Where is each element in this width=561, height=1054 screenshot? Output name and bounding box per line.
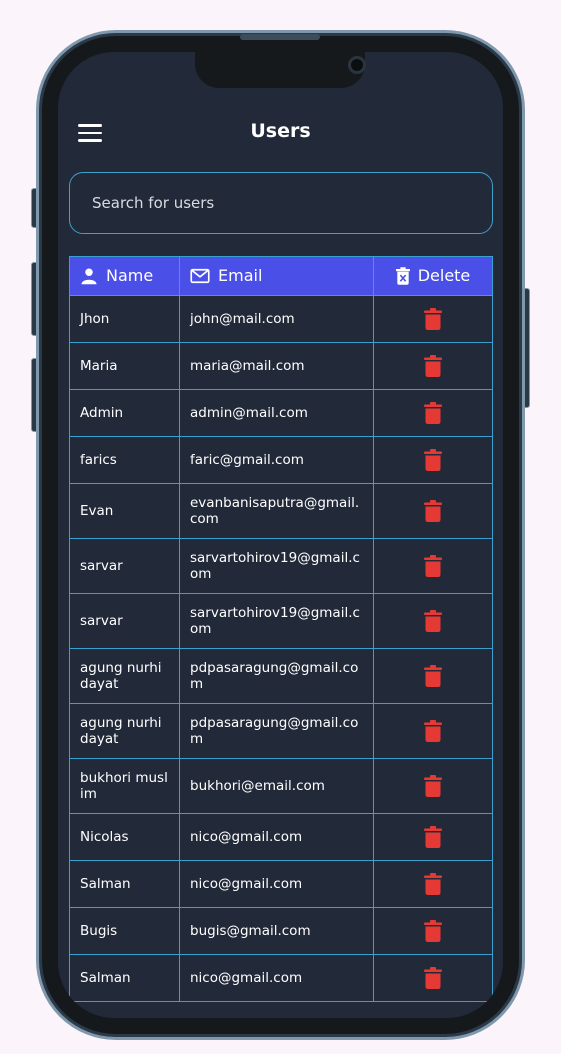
user-email: admin@mail.com [179, 390, 373, 436]
user-name: farics [69, 437, 179, 483]
delete-cell [373, 704, 493, 758]
user-name: Evan [69, 484, 179, 538]
table-row: bukhori muslim bukhori@email.com [69, 759, 493, 814]
trash-icon[interactable] [424, 775, 442, 797]
user-email: pdpasaragung@gmail.com [179, 704, 373, 758]
delete-cell [373, 343, 493, 389]
delete-cell [373, 390, 493, 436]
user-email: sarvartohirov19@gmail.com [179, 539, 373, 593]
trash-icon[interactable] [424, 665, 442, 687]
user-email: nico@gmail.com [179, 814, 373, 860]
table-row: agung nurhidayat pdpasaragung@gmail.com [69, 649, 493, 704]
notch [195, 52, 366, 88]
table-row: Maria maria@mail.com [69, 343, 493, 390]
screen: Users Name Email [58, 52, 503, 1018]
camera [348, 56, 366, 74]
delete-icon [395, 267, 410, 285]
table-row: Jhon john@mail.com [69, 296, 493, 343]
user-email: faric@gmail.com [179, 437, 373, 483]
search-input[interactable] [69, 172, 493, 234]
delete-cell [373, 437, 493, 483]
person-icon [81, 268, 97, 285]
user-email: pdpasaragung@gmail.com [179, 649, 373, 703]
trash-icon[interactable] [424, 967, 442, 989]
table-row: Admin admin@mail.com [69, 390, 493, 437]
column-label: Delete [417, 266, 471, 285]
delete-cell [373, 296, 493, 342]
delete-cell [373, 759, 493, 813]
table-row: Salman nico@gmail.com [69, 955, 493, 1002]
delete-cell [373, 908, 493, 954]
user-name: agung nurhidayat [69, 704, 179, 758]
user-email: maria@mail.com [179, 343, 373, 389]
column-header-name: Name [69, 257, 179, 295]
user-email: evanbanisaputra@gmail.com [179, 484, 373, 538]
user-email: sarvartohirov19@gmail.com [179, 594, 373, 648]
trash-icon[interactable] [424, 610, 442, 632]
user-name: sarvar [69, 594, 179, 648]
speaker-grill [240, 34, 320, 40]
column-header-delete: Delete [373, 257, 493, 295]
column-label: Name [106, 266, 154, 285]
user-name: Bugis [69, 908, 179, 954]
table-row: agung nurhidayat pdpasaragung@gmail.com [69, 704, 493, 759]
trash-icon[interactable] [424, 873, 442, 895]
page-title: Users [250, 120, 311, 142]
delete-cell [373, 539, 493, 593]
user-name: bukhori muslim [69, 759, 179, 813]
user-name: Salman [69, 955, 179, 1001]
delete-cell [373, 955, 493, 1001]
trash-icon[interactable] [424, 720, 442, 742]
user-email: nico@gmail.com [179, 955, 373, 1001]
table-row: Evan evanbanisaputra@gmail.com [69, 484, 493, 539]
column-header-email: Email [179, 257, 373, 295]
user-email: john@mail.com [179, 296, 373, 342]
user-name: Maria [69, 343, 179, 389]
trash-icon[interactable] [424, 308, 442, 330]
user-name: Salman [69, 861, 179, 907]
trash-icon[interactable] [424, 826, 442, 848]
user-name: agung nurhidayat [69, 649, 179, 703]
users-table: Name Email Delete Jhon john@mail.com Mar… [69, 256, 493, 1002]
table-row: Bugis bugis@gmail.com [69, 908, 493, 955]
user-name: Nicolas [69, 814, 179, 860]
delete-cell [373, 861, 493, 907]
table-row: sarvar sarvartohirov19@gmail.com [69, 539, 493, 594]
trash-icon[interactable] [424, 555, 442, 577]
trash-icon[interactable] [424, 402, 442, 424]
table-header: Name Email Delete [69, 256, 493, 296]
trash-icon[interactable] [424, 355, 442, 377]
trash-icon[interactable] [424, 500, 442, 522]
user-name: Jhon [69, 296, 179, 342]
user-name: Admin [69, 390, 179, 436]
table-row: Salman nico@gmail.com [69, 861, 493, 908]
delete-cell [373, 649, 493, 703]
table-row: sarvar sarvartohirov19@gmail.com [69, 594, 493, 649]
delete-cell [373, 594, 493, 648]
user-email: nico@gmail.com [179, 861, 373, 907]
table-row: farics faric@gmail.com [69, 437, 493, 484]
table-row: Nicolas nico@gmail.com [69, 814, 493, 861]
user-email: bugis@gmail.com [179, 908, 373, 954]
column-label: Email [218, 266, 263, 285]
mail-icon [190, 268, 210, 284]
user-name: sarvar [69, 539, 179, 593]
delete-cell [373, 484, 493, 538]
user-email: bukhori@email.com [179, 759, 373, 813]
trash-icon[interactable] [424, 449, 442, 471]
trash-icon[interactable] [424, 920, 442, 942]
delete-cell [373, 814, 493, 860]
